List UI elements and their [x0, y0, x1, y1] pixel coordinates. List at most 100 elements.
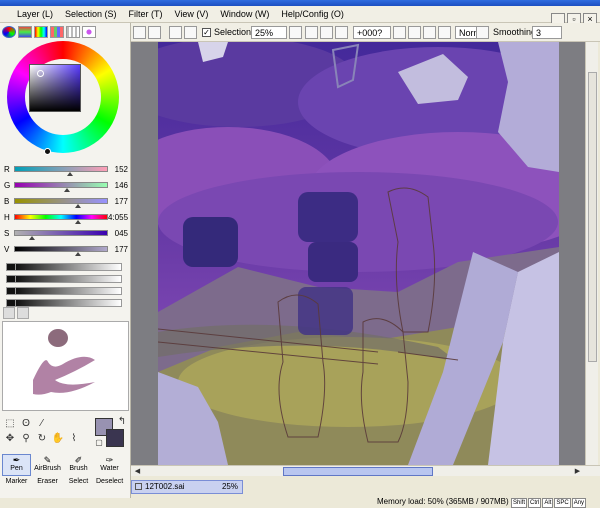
tool-deselect[interactable]: Deselect [95, 477, 124, 499]
v-slider-thumb[interactable] [75, 252, 82, 256]
left-panel: R 152 G 146 B 177 H 4:055 S 045 V 177 ⬚ … [0, 23, 131, 498]
rect-select-icon[interactable]: ⬚ [3, 418, 17, 430]
undo-icon[interactable] [133, 26, 146, 39]
color-wheel-tab-icon[interactable] [2, 26, 16, 38]
memory-load-text: Memory load: 50% (365MB / 907MB) [377, 497, 509, 506]
rotate-left-icon[interactable] [408, 26, 421, 39]
r-slider[interactable]: R 152 [4, 163, 129, 176]
zoom-select[interactable]: 25% [251, 26, 287, 39]
rotate-icon[interactable]: ↻ [35, 433, 49, 445]
b-slider[interactable]: B 177 [4, 195, 129, 208]
g-slider-thumb[interactable] [64, 188, 71, 192]
move-icon[interactable]: ✥ [3, 433, 17, 445]
zoom-in-icon[interactable] [320, 26, 333, 39]
zoom-dropdown-icon[interactable] [289, 26, 302, 39]
eyedropper-icon[interactable]: ⌇ [67, 433, 81, 445]
rotate-right-icon[interactable] [423, 26, 436, 39]
new-scratch-icon[interactable] [3, 307, 15, 319]
menu-layer[interactable]: Layer (L) [17, 9, 53, 19]
preview-buttons [3, 307, 29, 319]
redo-icon[interactable] [148, 26, 161, 39]
color-swatch-row[interactable] [6, 287, 122, 295]
tool-water[interactable]: ✑ Water [95, 454, 124, 476]
airbrush-icon: ✎ [43, 455, 52, 465]
any-key-indicator: Any [571, 498, 587, 508]
status-bar: Memory load: 50% (365MB / 907MB) Shift Ct… [131, 496, 600, 508]
color-mode-tabs [2, 26, 96, 38]
magic-wand-icon[interactable]: ⁄ [35, 418, 49, 430]
rotation-dropdown-icon[interactable] [393, 26, 406, 39]
tool-eraser[interactable]: Eraser [33, 477, 62, 499]
tool-brush[interactable]: ✐ Brush [64, 454, 93, 476]
r-slider-thumb[interactable] [67, 172, 74, 176]
selection-label: Selection [214, 27, 252, 37]
color-swatch-row[interactable] [6, 275, 122, 283]
swatch-tab-icon[interactable] [50, 26, 64, 38]
zoom-reset-icon[interactable] [335, 26, 348, 39]
pen-icon: ✒ [12, 455, 21, 465]
menu-bar: Layer (L) Selection (S) Filter (T) View … [0, 6, 600, 26]
transparent-color-icon[interactable]: ▢ [92, 437, 106, 449]
b-slider-thumb[interactable] [75, 204, 82, 208]
rotation-field[interactable]: +000? [353, 26, 391, 39]
menu-help-config[interactable]: Help/Config (O) [281, 9, 344, 19]
document-icon [135, 483, 142, 490]
secondary-color-swatch[interactable] [106, 429, 124, 447]
s-slider[interactable]: S 045 [4, 227, 129, 240]
lasso-icon[interactable]: ʘ [19, 418, 33, 430]
palette-tab-icon[interactable] [82, 26, 96, 38]
brush-icon: ✐ [74, 455, 83, 465]
menu-window[interactable]: Window (W) [220, 9, 269, 19]
tool-airbrush[interactable]: ✎ AirBrush [33, 454, 62, 476]
g-slider[interactable]: G 146 [4, 179, 129, 192]
zoom-icon[interactable]: ⚲ [19, 433, 33, 445]
tool-select[interactable]: Select [64, 477, 93, 499]
smoothing-label: Smoothing [493, 27, 537, 37]
rgb-slider-tab-icon[interactable] [18, 26, 32, 38]
canvas-area[interactable] [131, 42, 585, 465]
saturation-value-square[interactable] [29, 64, 81, 112]
color-wheel[interactable] [7, 41, 119, 153]
document-tab[interactable]: 12T002.sai 25% [131, 480, 243, 494]
horizontal-scrollbar[interactable]: ◀ ▶ [131, 465, 600, 476]
menu-filter[interactable]: Filter (T) [129, 9, 163, 19]
water-icon: ✑ [105, 455, 114, 465]
menu-selection[interactable]: Selection (S) [65, 9, 117, 19]
selection-checkbox[interactable]: ✓ [202, 28, 211, 37]
zoom-out-icon[interactable] [305, 26, 318, 39]
color-swatch-row[interactable] [6, 299, 122, 307]
scroll-left-icon[interactable]: ◀ [133, 467, 142, 476]
flip-horizontal-icon[interactable] [438, 26, 451, 39]
hsv-slider-tab-icon[interactable] [34, 26, 48, 38]
tool-marker[interactable]: Marker [2, 477, 31, 499]
modifier-keys: Shift Ctrl Alt SPC Any [510, 496, 587, 508]
shift-key-indicator: Shift [511, 498, 528, 508]
horizontal-scroll-thumb[interactable] [283, 467, 433, 476]
scroll-right-icon[interactable]: ▶ [573, 467, 582, 476]
clear-scratch-icon[interactable] [17, 307, 29, 319]
deselect-all-icon[interactable] [169, 26, 182, 39]
tool-slots: ✒ Pen ✎ AirBrush ✐ Brush ✑ Water Marker Eras… [2, 454, 129, 500]
canvas-toolbar: ✓ Selection 25% +000? Normal Smoothing 3 [131, 23, 600, 42]
h-slider[interactable]: H 4:055 [4, 211, 129, 224]
swap-colors-icon[interactable]: ↰ [115, 416, 129, 428]
sv-marker[interactable] [37, 70, 44, 77]
tool-pen[interactable]: ✒ Pen [2, 454, 31, 476]
scratchpad-strokes [33, 329, 95, 395]
v-slider[interactable]: V 177 [4, 243, 129, 256]
smoothing-select[interactable]: 3 [532, 26, 562, 39]
menu-view[interactable]: View (V) [175, 9, 209, 19]
vertical-scroll-thumb[interactable] [588, 72, 597, 362]
h-slider-thumb[interactable] [74, 220, 81, 224]
scratchpad[interactable] [2, 321, 129, 411]
color-swatch-row[interactable] [6, 263, 122, 271]
artwork-canvas[interactable] [158, 42, 559, 465]
invert-selection-icon[interactable] [184, 26, 197, 39]
s-slider-thumb[interactable] [28, 236, 35, 240]
hue-marker[interactable] [44, 148, 51, 155]
vertical-scrollbar[interactable] [585, 42, 598, 465]
hand-icon[interactable]: ✋ [51, 433, 65, 445]
scratchpad-tab-icon[interactable] [66, 26, 80, 38]
alt-key-indicator: Alt [542, 498, 554, 508]
stabilizer-icon[interactable] [476, 26, 489, 39]
